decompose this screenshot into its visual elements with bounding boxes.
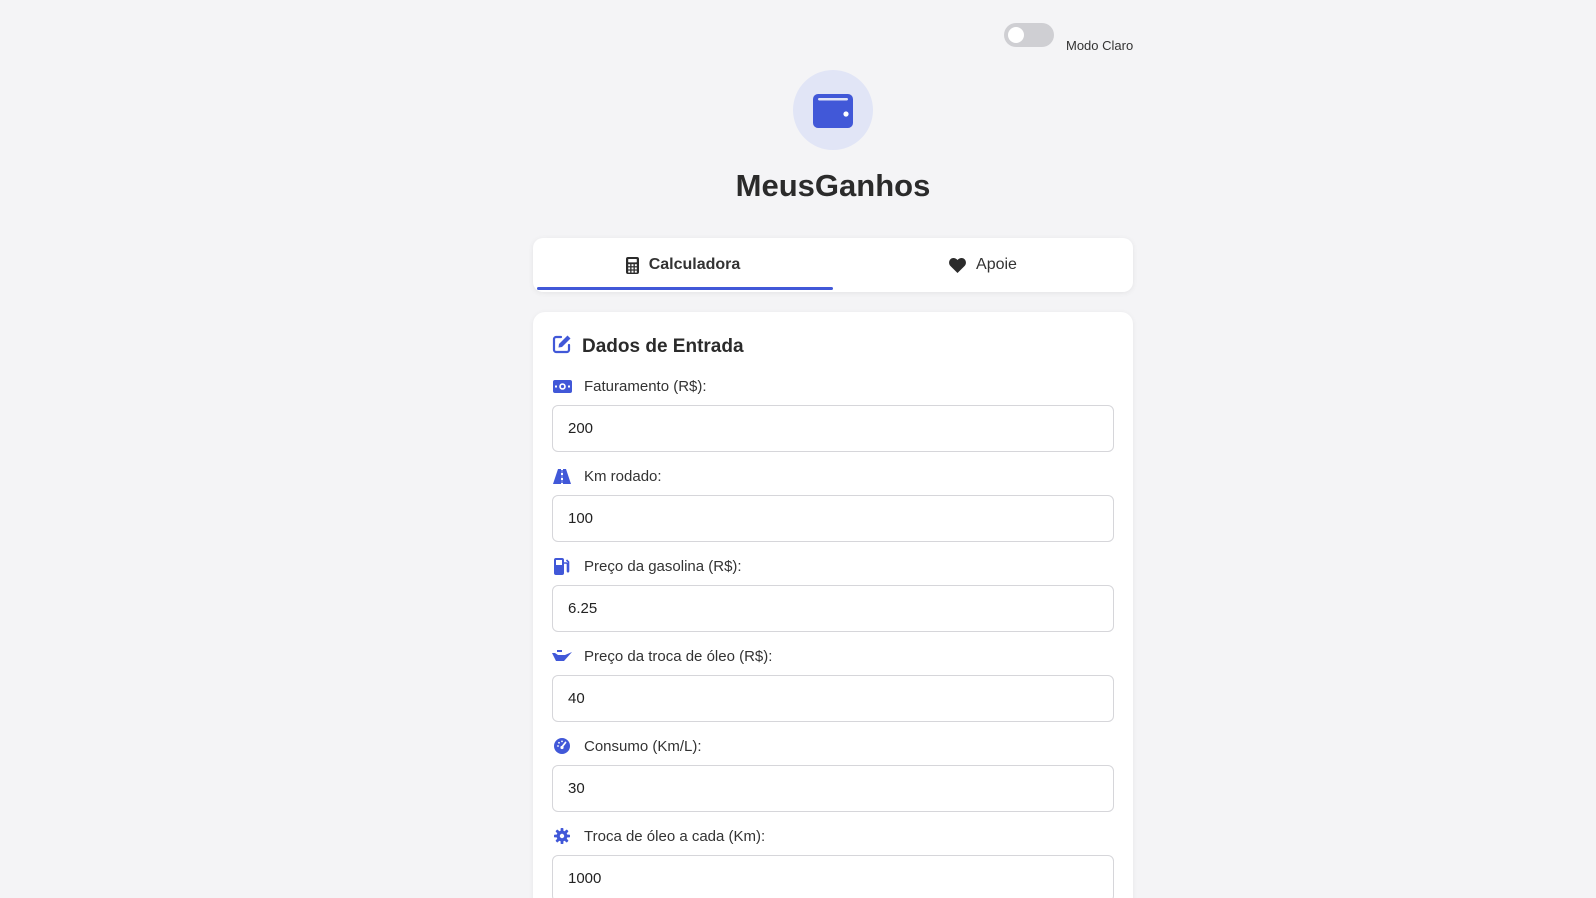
consumo-input[interactable] [552,765,1114,812]
preco-troca-oleo-input[interactable] [552,675,1114,722]
gauge-icon [552,738,572,754]
field-km-rodado: Km rodado: [552,466,1114,542]
km-rodado-input[interactable] [552,495,1114,542]
field-preco-gasolina: Preço da gasolina (R$): [552,556,1114,632]
tab-apoie[interactable]: Apoie [833,238,1133,292]
faturamento-label: Faturamento (R$): [584,377,707,395]
road-icon [552,468,572,484]
edit-icon [552,334,572,359]
field-label-row: Troca de óleo a cada (Km): [552,826,1114,846]
theme-toggle[interactable]: Modo Claro [1004,16,1133,53]
app-title: MeusGanhos [735,168,931,203]
tab-calculadora[interactable]: Calculadora [533,238,833,292]
faturamento-input[interactable] [552,405,1114,452]
field-label-row: Faturamento (R$): [552,376,1114,396]
preco-gasolina-input[interactable] [552,585,1114,632]
card-header: Dados de Entrada [552,334,744,359]
field-label-row: Preço da gasolina (R$): [552,556,1114,576]
field-troca-oleo-km: Troca de óleo a cada (Km): [552,826,1114,898]
tab-calculadora-label: Calculadora [648,256,741,273]
theme-switch-knob [1008,26,1024,43]
theme-label: Modo Claro [1066,38,1134,53]
card-title: Dados de Entrada [582,335,744,357]
input-card: Dados de Entrada Faturamento (R$): 200 K… [533,312,1133,898]
preco-troca-oleo-label: Preço da troca de óleo (R$): [584,647,773,665]
troca-oleo-km-label: Troca de óleo a cada (Km): [584,827,766,845]
field-label-row: Consumo (Km/L): [552,736,1114,756]
money-bill-icon [552,379,572,393]
troca-oleo-km-input[interactable] [552,855,1114,898]
gas-pump-icon [552,557,572,575]
calculator-icon [625,256,639,274]
field-faturamento: Faturamento (R$): [552,376,1114,452]
field-preco-troca-oleo: Preço da troca de óleo (R$): [552,646,1114,722]
tab-bar: Calculadora Apoie [533,238,1133,292]
km-rodado-label: Km rodado: [584,467,662,485]
tab-apoie-label: Apoie [976,256,1017,273]
consumo-label: Consumo (Km/L): [584,737,702,755]
oil-can-icon [552,650,572,662]
wallet-icon [813,94,853,128]
gear-icon [552,828,572,844]
logo [793,70,873,150]
app-page: Modo Claro MeusGanhos Calculadora Apoie … [0,0,1596,898]
field-label-row: Km rodado: [552,466,1114,486]
preco-gasolina-label: Preço da gasolina (R$): [584,557,742,575]
field-consumo: Consumo (Km/L): [552,736,1114,812]
field-label-row: Preço da troca de óleo (R$): [552,646,1114,666]
theme-switch[interactable] [1004,22,1054,47]
heart-icon [949,257,966,273]
